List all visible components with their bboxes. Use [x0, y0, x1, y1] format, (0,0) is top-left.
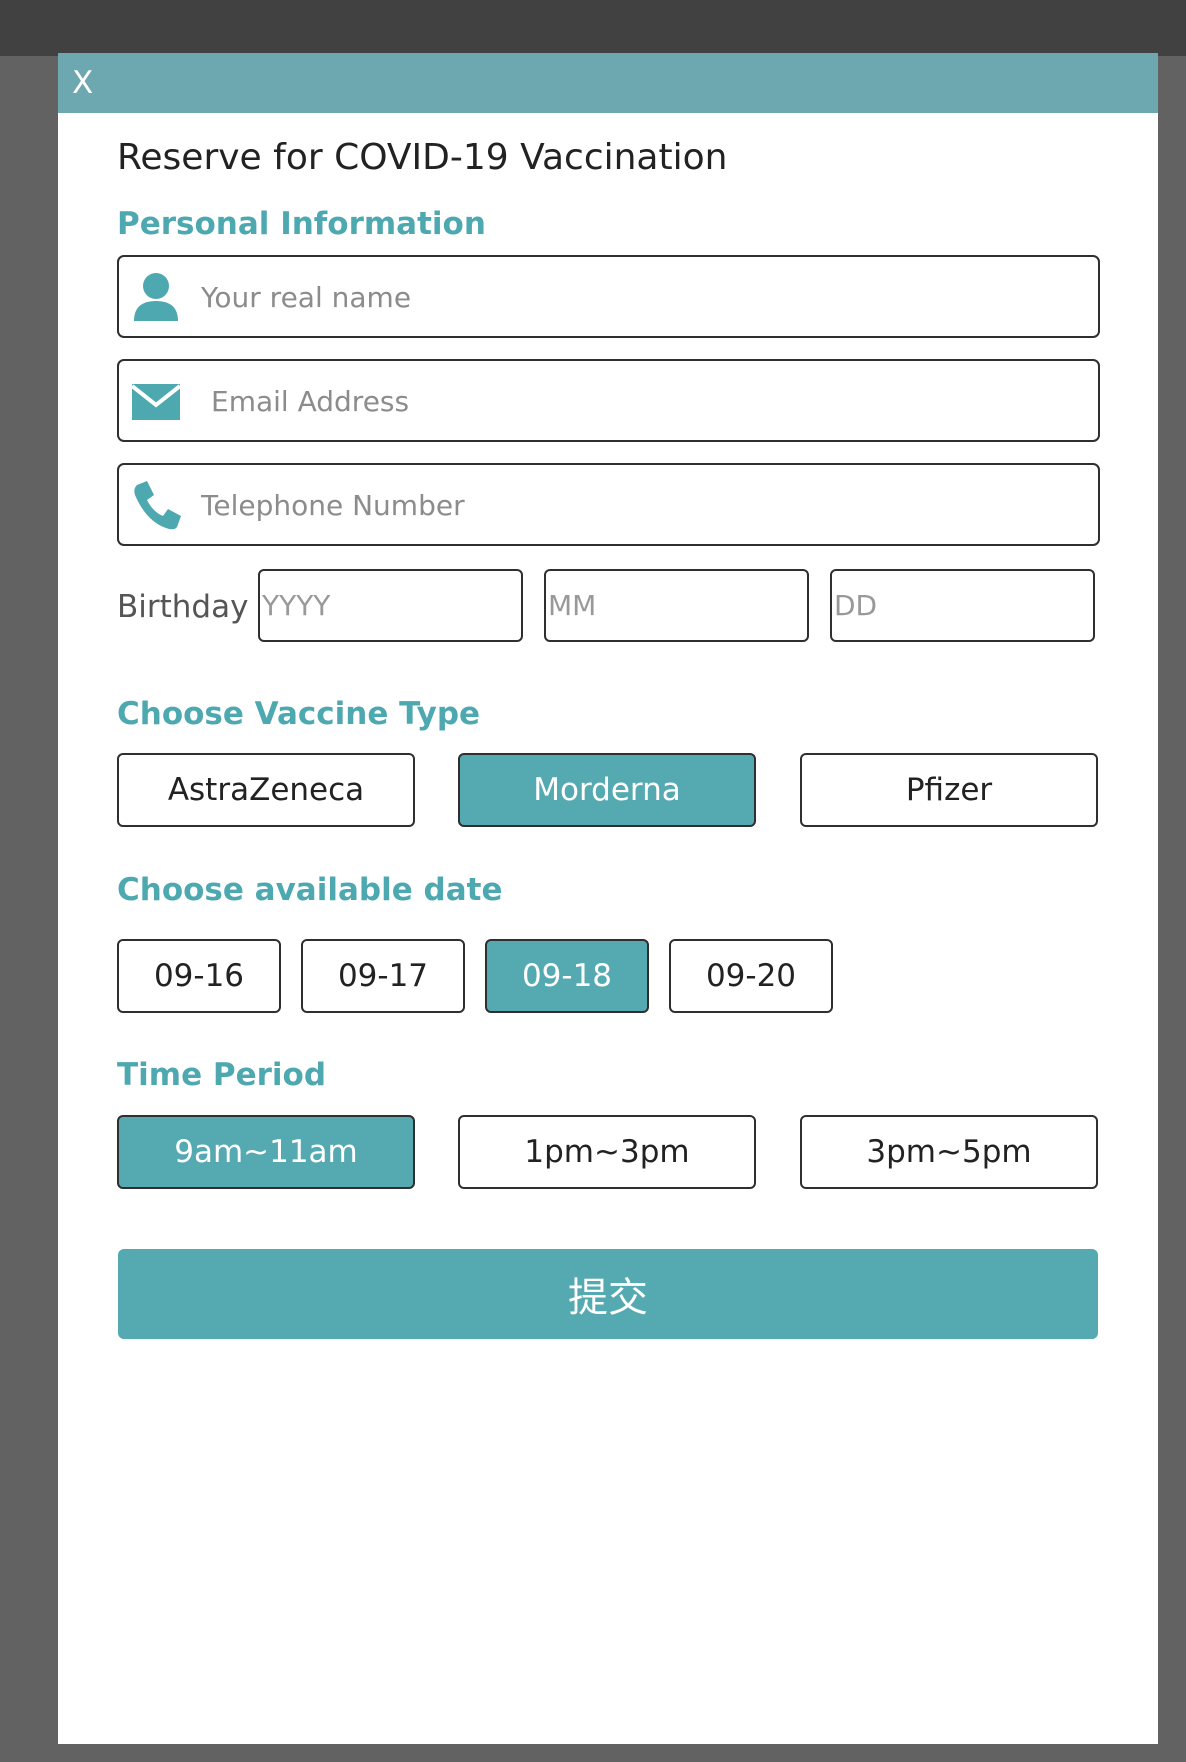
vaccine-option-astrazeneca[interactable]: AstraZeneca	[117, 753, 415, 827]
birth-month-input[interactable]	[544, 569, 809, 642]
time-period-heading: Time Period	[117, 1057, 327, 1093]
phone-icon	[134, 481, 181, 530]
envelope-icon	[131, 384, 182, 420]
date-option-09-18[interactable]: 09-18	[485, 939, 649, 1013]
name-field[interactable]	[117, 255, 1100, 338]
vaccine-type-heading: Choose Vaccine Type	[117, 696, 481, 732]
birth-day-input[interactable]	[830, 569, 1095, 642]
time-option-3pm-5pm[interactable]: 3pm~5pm	[800, 1115, 1098, 1189]
email-field[interactable]	[117, 359, 1100, 442]
name-input[interactable]	[201, 271, 1081, 323]
dialog-title: Reserve for COVID-19 Vaccination	[117, 137, 728, 178]
close-button[interactable]: X	[72, 65, 104, 101]
date-option-09-17[interactable]: 09-17	[301, 939, 465, 1013]
date-option-09-20[interactable]: 09-20	[669, 939, 833, 1013]
vaccine-option-pfizer[interactable]: Pfizer	[800, 753, 1098, 827]
birth-year-input[interactable]	[258, 569, 523, 642]
dialog-header: X	[58, 53, 1158, 113]
phone-field[interactable]	[117, 463, 1100, 546]
time-option-1pm-3pm[interactable]: 1pm~3pm	[458, 1115, 756, 1189]
email-input[interactable]	[211, 375, 1081, 427]
date-heading: Choose available date	[117, 872, 503, 908]
submit-button[interactable]: 提交	[118, 1249, 1098, 1339]
date-option-09-16[interactable]: 09-16	[117, 939, 281, 1013]
time-option-9am-11am[interactable]: 9am~11am	[117, 1115, 415, 1189]
vaccine-option-moderna[interactable]: Morderna	[458, 753, 756, 827]
top-bar	[0, 0, 1186, 56]
birthday-label: Birthday	[117, 589, 249, 625]
phone-input[interactable]	[201, 479, 1081, 531]
reservation-dialog: X Reserve for COVID-19 Vaccination Perso…	[58, 53, 1158, 1744]
personal-info-heading: Personal Information	[117, 206, 486, 242]
user-icon	[134, 273, 178, 321]
